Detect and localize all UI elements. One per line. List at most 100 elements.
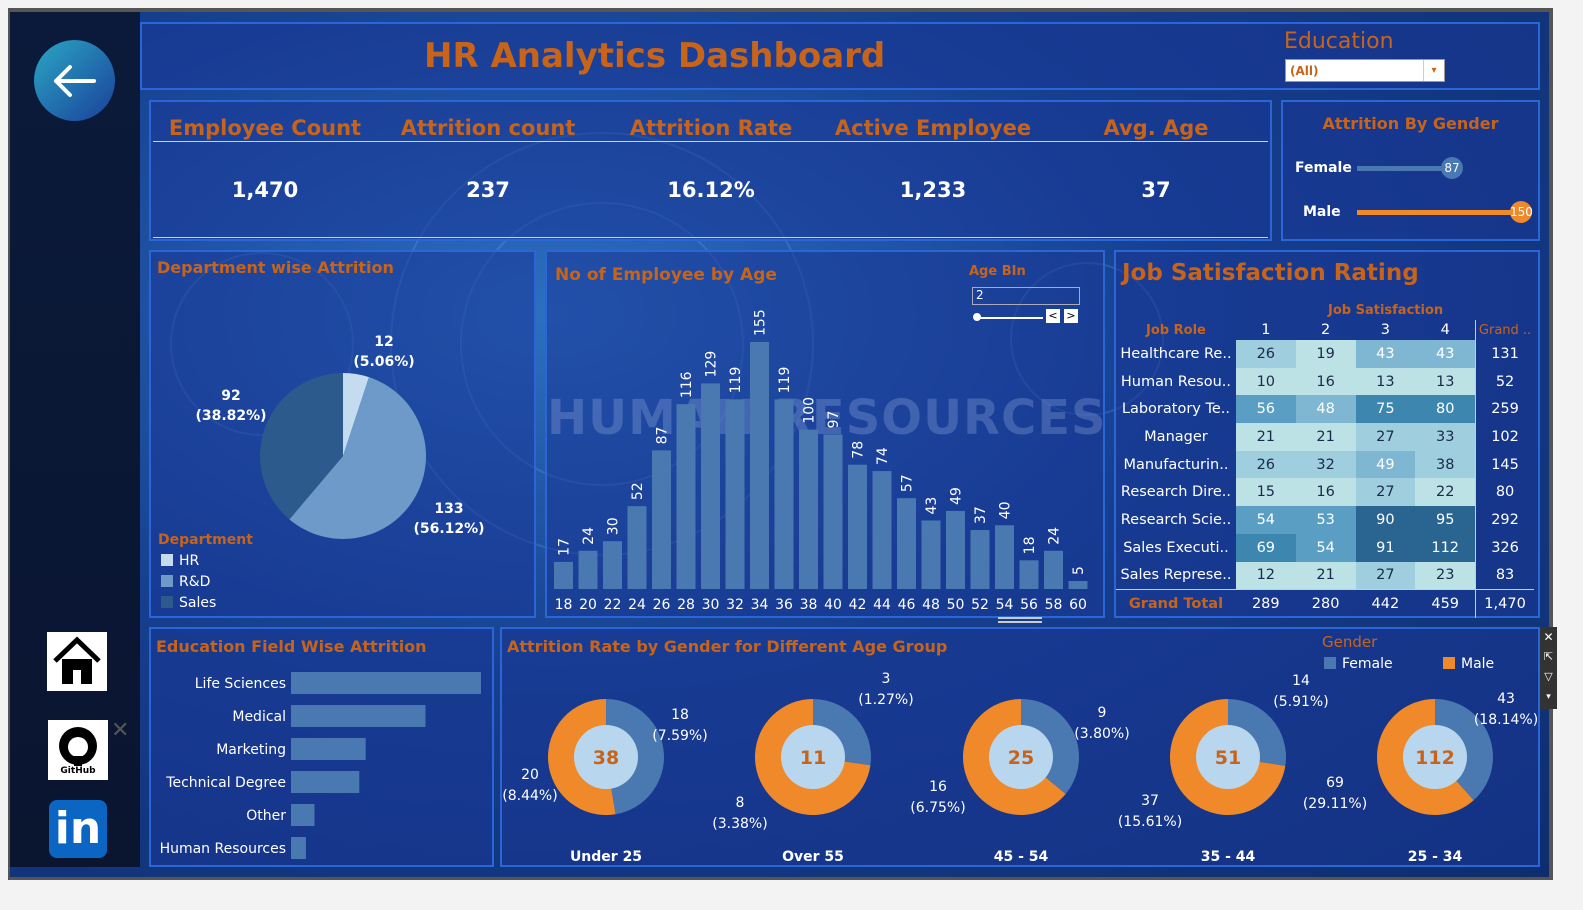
age-bar-value: 37	[973, 506, 989, 524]
age-bar[interactable]	[554, 561, 573, 589]
age-tick-label: 48	[922, 597, 940, 613]
age-bar-value: 87	[655, 427, 671, 445]
kpi-avg-age-label: Avg. Age	[1103, 116, 1209, 140]
education-bar[interactable]	[291, 804, 315, 826]
department-legend-title: Department	[158, 532, 253, 548]
age-bar[interactable]	[1044, 550, 1063, 589]
education-bar[interactable]	[291, 771, 360, 793]
age-bar[interactable]	[1019, 560, 1039, 589]
table-row[interactable]: Manager 21 21 27 33 102	[1116, 423, 1534, 451]
linkedin-icon: in	[54, 803, 102, 854]
education-filter-dropdown[interactable]: (All) ▾	[1285, 59, 1445, 82]
age-bar[interactable]	[921, 520, 941, 589]
age-bar-value: 49	[949, 487, 965, 505]
donut-female-count: 9	[1098, 705, 1107, 721]
age-bar[interactable]	[701, 383, 720, 589]
age-bar[interactable]	[799, 429, 818, 589]
age-bar[interactable]	[652, 450, 671, 589]
age-bar[interactable]	[750, 342, 769, 589]
back-button[interactable]	[34, 40, 115, 121]
age-bar[interactable]	[970, 530, 990, 589]
kpi-attrition-rate-label: Attrition Rate	[629, 116, 793, 140]
close-icon[interactable]: ✕	[1540, 627, 1557, 647]
age-tick-label: 32	[726, 597, 744, 613]
age-bar[interactable]	[823, 434, 843, 589]
donut-group-label: Under 25	[570, 849, 642, 865]
job-satisfaction-col-group: Job Satisfaction	[1328, 303, 1444, 318]
donut-female-pct: (1.27%)	[858, 692, 913, 708]
male-label: Male	[1303, 204, 1341, 220]
job-satisfaction-table: Job Role 1 2 3 4 Grand .. Healthcare Re.. 26 19 4…	[1116, 320, 1534, 618]
table-row[interactable]: Research Scie.. 54 53 90 95 292	[1116, 506, 1534, 534]
donut-female-count: 18	[671, 707, 689, 723]
resize-handle[interactable]	[998, 617, 1042, 623]
age-bar[interactable]	[603, 541, 622, 589]
donut-female-count: 43	[1497, 691, 1515, 707]
age-bar[interactable]	[725, 399, 745, 589]
female-bar	[1357, 166, 1452, 171]
table-row[interactable]: Manufacturin.. 26 32 49 38 145	[1116, 450, 1534, 479]
age-bar-value: 30	[606, 517, 622, 535]
education-filter-label: Education	[1284, 29, 1394, 54]
age-bar[interactable]	[1068, 581, 1088, 589]
donut-male-pct: (29.11%)	[1303, 796, 1367, 812]
github-button[interactable]: GitHub	[48, 720, 108, 780]
donut-group-label: Over 55	[782, 849, 844, 865]
age-group-gender-panel: Attrition Rate by Gender for Different A…	[500, 627, 1540, 867]
education-bar[interactable]	[291, 672, 481, 694]
age-tick-label: 28	[677, 597, 695, 613]
close-icon[interactable]: ✕	[111, 718, 129, 743]
filter-icon[interactable]: ▽	[1540, 667, 1557, 687]
kpi-attrition-count-label: Attrition count	[400, 116, 576, 140]
age-bar[interactable]	[578, 550, 598, 589]
age-bar[interactable]	[627, 506, 647, 589]
age-tick-label: 58	[1045, 597, 1063, 613]
education-bar[interactable]	[291, 837, 306, 859]
age-bar-value: 155	[753, 309, 769, 336]
education-field-bar-chart: Life Sciences Medical Marketing Technical D…	[160, 672, 481, 859]
legend-item-hr[interactable]: HR	[161, 553, 199, 569]
age-bar[interactable]	[995, 525, 1014, 589]
age-bar-value: 17	[557, 538, 573, 556]
age-bar-value: 5	[1071, 566, 1087, 575]
table-row[interactable]: Laboratory Te.. 56 48 75 80 259	[1116, 395, 1534, 424]
age-bar[interactable]	[774, 399, 794, 589]
table-row[interactable]: Sales Executi.. 69 54 91 112 326	[1116, 533, 1534, 562]
donut-female-count: 3	[882, 671, 891, 687]
grand-total-row: Grand Total 289 280 442 459 1,470	[1116, 589, 1534, 618]
linkedin-button[interactable]: in	[49, 800, 107, 858]
education-bar[interactable]	[291, 738, 366, 760]
table-row[interactable]: Healthcare Re.. 26 19 43 43 131	[1116, 340, 1534, 368]
table-row[interactable]: Research Dire.. 15 16 27 22 80	[1116, 478, 1534, 507]
age-tick-label: 60	[1069, 597, 1087, 613]
age-tick-label: 22	[604, 597, 622, 613]
home-button[interactable]	[47, 632, 107, 691]
female-value: 87	[1441, 157, 1463, 179]
kpi-avg-age-value: 37	[1141, 178, 1171, 202]
age-bar-value: 129	[704, 351, 720, 378]
popout-icon[interactable]: ⇱	[1540, 647, 1557, 667]
table-row[interactable]: Sales Represe.. 12 21 27 23 83	[1116, 561, 1534, 590]
kpi-attrition-rate-value: 16.12%	[667, 178, 755, 202]
age-bar[interactable]	[676, 404, 696, 589]
age-bar[interactable]	[946, 510, 965, 589]
age-bar[interactable]	[848, 464, 867, 589]
education-bar[interactable]	[291, 705, 426, 727]
age-bar-value: 116	[679, 371, 695, 398]
age-bar[interactable]	[897, 498, 916, 589]
kpi-active-employee-value: 1,233	[899, 178, 967, 202]
legend-item-sales[interactable]: Sales	[161, 595, 216, 611]
pie-label-rd-count: 133	[434, 501, 463, 517]
legend-item-rd[interactable]: R&D	[161, 574, 210, 590]
age-bar[interactable]	[872, 471, 892, 589]
home-icon	[53, 636, 101, 684]
donut-female-pct: (3.80%)	[1074, 726, 1129, 742]
age-bar-value: 119	[728, 367, 744, 394]
table-row[interactable]: Human Resou.. 10 16 13 13 52	[1116, 367, 1534, 396]
age-tick-label: 18	[555, 597, 573, 613]
donut-center-total: 11	[800, 747, 826, 769]
male-bar	[1357, 210, 1521, 215]
age-bar-value: 78	[851, 441, 867, 459]
kpi-attrition-count-value: 237	[466, 178, 510, 202]
more-options-icon[interactable]: ▾	[1540, 687, 1557, 707]
